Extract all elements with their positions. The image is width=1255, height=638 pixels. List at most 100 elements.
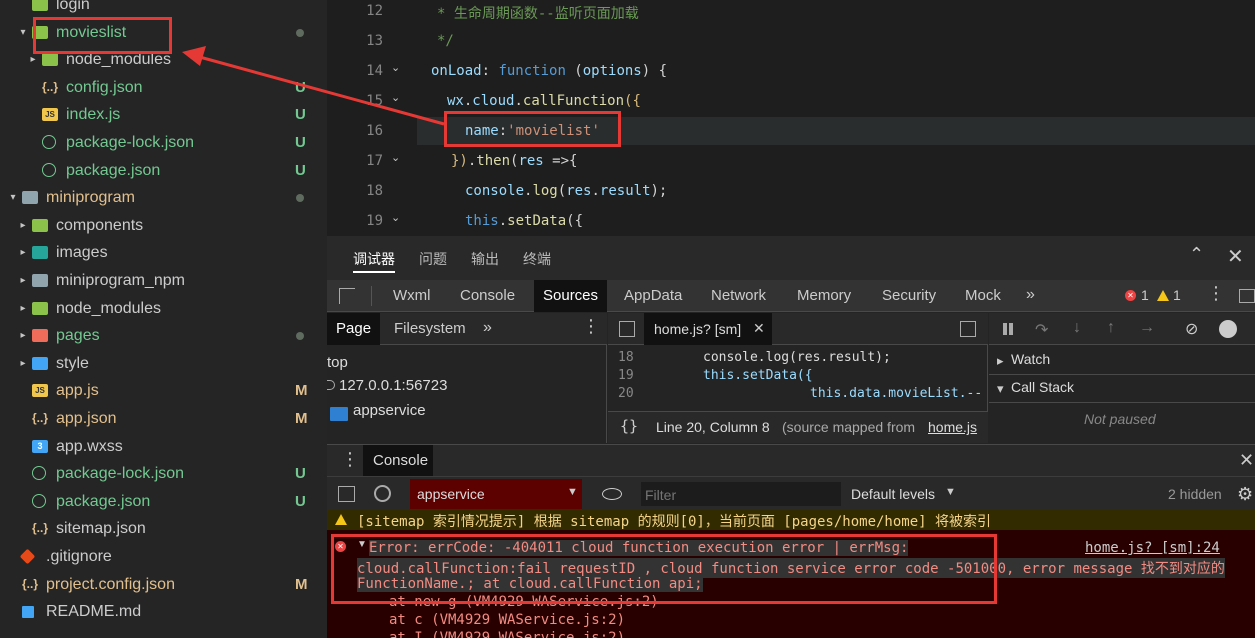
file-item[interactable]: package-lock.json U: [0, 129, 327, 156]
chevron-right-icon[interactable]: ▸: [18, 212, 28, 239]
folder-item[interactable]: ▾ movieslist: [0, 19, 327, 46]
pause-exceptions-icon[interactable]: [1219, 320, 1237, 338]
file-item[interactable]: 3 app.wxss: [0, 433, 327, 460]
expand-icon[interactable]: ▼: [357, 539, 367, 550]
stack-frame[interactable]: at new g (VM4929 WAService.js:2): [389, 594, 659, 610]
code-line[interactable]: wx.cloud.callFunction({: [447, 93, 641, 109]
file-item[interactable]: .gitignore: [0, 543, 327, 570]
close-drawer-icon[interactable]: ✕: [1239, 450, 1254, 471]
console-tab[interactable]: Console: [373, 452, 428, 469]
tab-terminal[interactable]: 终端: [523, 249, 551, 269]
code-line[interactable]: onLoad: function (options) {: [431, 63, 667, 79]
gear-icon[interactable]: ⚙: [1237, 484, 1253, 505]
panel-tab-memory[interactable]: Memory: [788, 280, 860, 312]
error-source-link[interactable]: home.js? [sm]:24: [1085, 540, 1220, 556]
tab-debugger[interactable]: 调试器: [353, 249, 395, 273]
error-message-line1[interactable]: Error: errCode: -404011 cloud function e…: [369, 540, 909, 556]
panel-tab-network[interactable]: Network: [702, 280, 775, 312]
error-badge-icon[interactable]: ✕: [1125, 290, 1136, 301]
close-icon[interactable]: ✕: [1227, 244, 1244, 269]
source-line[interactable]: this.data.movieList.--: [810, 386, 982, 401]
call-stack-section[interactable]: Call Stack: [1011, 379, 1074, 395]
chevron-down-icon[interactable]: ▼: [945, 486, 956, 498]
clear-console-icon[interactable]: [374, 485, 391, 502]
tree-appservice[interactable]: appservice: [353, 402, 426, 419]
watch-expand-icon[interactable]: ▸: [997, 353, 1004, 369]
chevron-right-icon[interactable]: ▸: [18, 267, 28, 294]
panel-tab-console[interactable]: Console: [451, 280, 524, 312]
folder-item[interactable]: ▸ style: [0, 350, 327, 377]
nav-tab-filesystem[interactable]: Filesystem: [385, 313, 475, 345]
step-icon[interactable]: →: [1139, 319, 1155, 337]
tab-problems[interactable]: 问题: [419, 249, 447, 269]
code-line[interactable]: name:'movielist': [465, 123, 600, 139]
chevron-right-icon[interactable]: ▸: [28, 46, 38, 73]
fold-chevron-icon[interactable]: ⌄: [391, 91, 400, 104]
pretty-print-icon[interactable]: {}: [620, 417, 638, 435]
toggle-debugger-icon[interactable]: [960, 321, 976, 337]
file-tab[interactable]: home.js? [sm]: [654, 321, 741, 337]
source-mapped-link[interactable]: home.js: [928, 419, 977, 435]
folder-item[interactable]: ▸ node_modules: [0, 295, 327, 322]
step-out-icon[interactable]: ↑: [1107, 319, 1115, 337]
file-item[interactable]: JS app.js M: [0, 377, 327, 404]
fold-chevron-icon[interactable]: ⌄: [391, 211, 400, 224]
chevron-down-icon[interactable]: ▾: [18, 19, 28, 46]
folder-item[interactable]: ▸ node_modules: [0, 46, 327, 73]
code-editor[interactable]: 12 * 生命周期函数--监听页面加载 13 */ 14 ⌄ onLoad: functio…: [327, 0, 1255, 236]
folder-item[interactable]: login: [0, 0, 327, 18]
panel-tab-sources[interactable]: Sources: [534, 280, 608, 312]
kebab-menu-icon[interactable]: ⋮: [1207, 283, 1225, 304]
folder-item[interactable]: ▸ miniprogram_npm: [0, 267, 327, 294]
code-line[interactable]: this.setData({: [465, 213, 583, 229]
step-into-icon[interactable]: ↓: [1073, 319, 1081, 337]
stack-frame[interactable]: at I (VM4929 WAService.js:2): [389, 630, 625, 638]
panel-tab-security[interactable]: Security: [873, 280, 945, 312]
close-tab-icon[interactable]: ✕: [753, 320, 765, 337]
code-line[interactable]: */: [437, 33, 454, 49]
dock-icon[interactable]: [1239, 289, 1255, 303]
stack-frame[interactable]: at c (VM4929 WAService.js:2): [389, 612, 625, 628]
code-line[interactable]: * 生命周期函数--监听页面加载: [437, 3, 639, 23]
filter-input[interactable]: [645, 485, 835, 505]
context-select[interactable]: appservice: [417, 486, 485, 502]
file-item[interactable]: {..} project.config.json M: [0, 571, 327, 598]
tree-top[interactable]: top: [327, 354, 348, 371]
sidebar-toggle-icon[interactable]: [338, 486, 355, 502]
error-message-line2[interactable]: cloud.callFunction:fail requestID , clou…: [357, 558, 1225, 578]
chevron-down-icon[interactable]: ▼: [567, 486, 578, 498]
warning-count[interactable]: 1: [1173, 287, 1181, 303]
panel-tab-appdata[interactable]: AppData: [615, 280, 691, 312]
source-line[interactable]: console.log(res.result);: [703, 350, 891, 365]
chevron-down-icon[interactable]: ▾: [8, 184, 18, 211]
chevron-right-icon[interactable]: ▸: [18, 350, 28, 377]
panel-tab-wxml[interactable]: Wxml: [384, 280, 440, 312]
code-line[interactable]: }).then(res =>{: [451, 153, 577, 169]
nav-tab-page[interactable]: Page: [327, 313, 381, 345]
file-item[interactable]: README.md: [0, 598, 327, 625]
file-item[interactable]: JS index.js U: [0, 101, 327, 128]
folder-item[interactable]: ▾ miniprogram: [0, 184, 327, 211]
file-item[interactable]: package-lock.json U: [0, 460, 327, 487]
file-item[interactable]: {..} config.json U: [0, 74, 327, 101]
source-line[interactable]: this.setData({: [703, 368, 813, 383]
warning-badge-icon[interactable]: [1157, 290, 1169, 301]
tab-output[interactable]: 输出: [471, 249, 499, 269]
more-icon[interactable]: »: [483, 319, 492, 337]
fold-chevron-icon[interactable]: ⌄: [391, 61, 400, 74]
folder-item[interactable]: ▸ pages: [0, 322, 327, 349]
watch-section[interactable]: Watch: [1011, 351, 1050, 367]
file-item[interactable]: {..} app.json M: [0, 405, 327, 432]
tree-host[interactable]: 127.0.0.1:56723: [339, 377, 447, 394]
code-line[interactable]: console.log(res.result);: [465, 183, 667, 199]
chevron-right-icon[interactable]: ▸: [18, 239, 28, 266]
panel-tab-mock[interactable]: Mock: [956, 280, 1010, 312]
chevron-up-icon[interactable]: ⌃: [1189, 244, 1204, 265]
error-count[interactable]: 1: [1141, 287, 1149, 303]
pause-icon[interactable]: [1003, 323, 1007, 335]
chevron-right-icon[interactable]: ▸: [18, 322, 28, 349]
more-tabs-icon[interactable]: »: [1026, 286, 1035, 304]
file-item[interactable]: package.json U: [0, 157, 327, 184]
log-levels-select[interactable]: Default levels: [851, 486, 935, 502]
fold-chevron-icon[interactable]: ⌄: [391, 151, 400, 164]
